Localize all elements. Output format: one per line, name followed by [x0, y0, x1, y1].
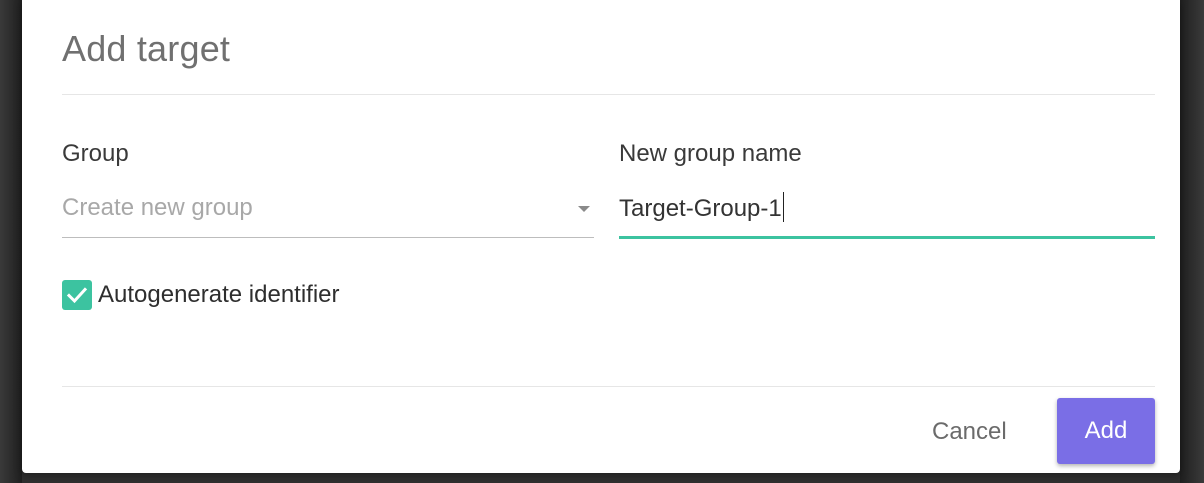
- cancel-button[interactable]: Cancel: [918, 404, 1021, 460]
- group-select-value: Create new group: [62, 194, 253, 221]
- header-divider: [62, 94, 1155, 95]
- new-group-name-input[interactable]: Target-Group-1: [619, 186, 1155, 239]
- autogenerate-identifier-row[interactable]: Autogenerate identifier: [62, 278, 340, 312]
- backdrop-left: [0, 0, 22, 483]
- check-icon: [66, 287, 88, 304]
- new-group-name-text: Target-Group-1: [619, 195, 782, 222]
- autogenerate-identifier-label: Autogenerate identifier: [98, 281, 340, 308]
- group-select[interactable]: Create new group: [62, 186, 594, 238]
- text-cursor: [782, 192, 785, 222]
- footer-divider: [62, 386, 1155, 387]
- group-label: Group: [62, 140, 129, 167]
- add-target-dialog: Add target Group New group name Create n…: [22, 0, 1180, 473]
- add-button[interactable]: Add: [1057, 398, 1155, 464]
- new-group-name-label: New group name: [619, 140, 802, 167]
- dialog-title: Add target: [62, 28, 231, 69]
- backdrop-right: [1180, 0, 1204, 483]
- autogenerate-identifier-checkbox[interactable]: [62, 280, 92, 310]
- caret-down-icon: [578, 206, 590, 212]
- new-group-name-value: Target-Group-1: [619, 192, 785, 223]
